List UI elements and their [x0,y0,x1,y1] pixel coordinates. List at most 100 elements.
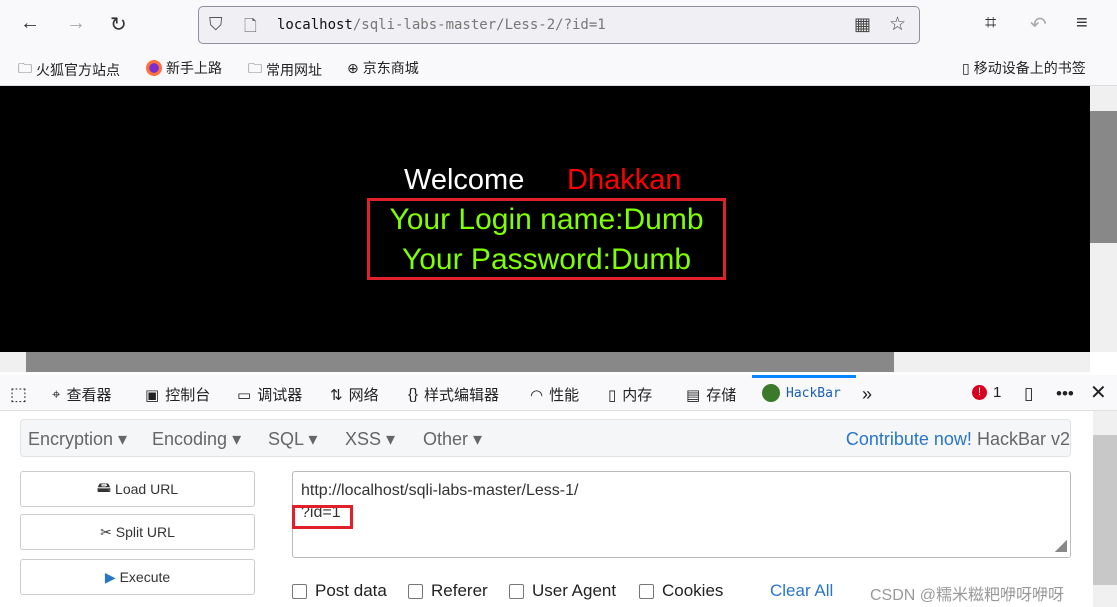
tab-label: 控制台 [165,387,211,404]
folder-icon: 🗀 [18,60,32,76]
split-url-button[interactable]: ✂ Split URL [20,514,255,550]
url-text[interactable]: localhost/sqli-labs-master/Less-2/?id=1 [277,17,606,33]
url-bar[interactable]: ⛉ 🗋 localhost/sqli-labs-master/Less-2/?i… [198,6,920,44]
tab-label: HackBar [786,385,841,401]
tab-label: 网络 [348,387,379,404]
hackbar-scrollbar[interactable] [1093,411,1117,607]
console-icon: ▣ [145,386,160,404]
dock-icon[interactable]: ▯ [1024,384,1033,404]
crop-icon[interactable]: ⌗ [985,12,996,35]
tab-storage[interactable]: ▤ 存储 [686,384,736,405]
contribute-link[interactable]: Contribute now! [846,429,972,449]
tab-inspector[interactable]: ⌖ 查看器 [52,384,111,405]
debugger-icon: ▭ [237,386,252,404]
undo-icon[interactable]: ↶ [1030,12,1047,37]
more-tabs-icon[interactable]: » [862,384,872,405]
browser-toolbar: ← → ↻ ⛉ 🗋 localhost/sqli-labs-master/Les… [0,0,1117,50]
button-label: Execute [119,569,171,585]
star-icon[interactable]: ☆ [889,13,906,36]
page-icon: 🗋 [244,18,257,35]
tab-label: 调试器 [257,387,303,404]
button-label: Split URL [115,524,175,540]
bookmark-item[interactable]: 🗀 常用网址 [248,58,322,82]
bookmarks-bar: 🗀 火狐官方站点 新手上路 🗀 常用网址 ⊕ 京东商城 ▯ 移动设备上的书签 [0,50,1117,86]
menu-other[interactable]: Other ▾ [423,429,482,450]
horizontal-scrollbar[interactable] [0,352,1090,372]
bookmark-item[interactable]: 新手上路 [146,58,222,78]
tab-style-editor[interactable]: {} 样式编辑器 [408,384,499,405]
storage-icon: ▤ [686,386,701,404]
network-icon: ⇅ [330,386,343,404]
bookmark-label: 移动设备上的书签 [973,60,1086,76]
execute-button[interactable]: ▶ Execute [20,559,255,595]
menu-icon[interactable]: ≡ [1076,12,1088,35]
hackbar-panel: Encryption ▾ Encoding ▾ SQL ▾ XSS ▾ Othe… [0,411,1093,607]
url-line: http://localhost/sqli-labs-master/Less-1… [301,482,579,499]
error-count[interactable]: ! 1 [972,384,1001,401]
highlight-box [292,505,353,529]
menu-encryption[interactable]: Encryption ▾ [28,429,127,450]
mobile-icon: ▯ [962,59,970,76]
inspector-icon: ⌖ [52,386,61,403]
vertical-scrollbar[interactable] [1090,86,1117,352]
tab-console[interactable]: ▣ 控制台 [145,384,210,405]
tab-hackbar[interactable]: HackBar [762,384,841,402]
bookmark-item[interactable]: 🗀 火狐官方站点 [18,58,120,82]
highlight-box: Your Login name:Dumb Your Password:Dumb [367,198,726,280]
bookmark-item[interactable]: ⊕ 京东商城 [347,58,419,78]
tab-label: 查看器 [66,387,112,404]
resize-handle-icon[interactable]: ◢ [1055,535,1067,557]
tab-label: 内存 [622,387,653,404]
shield-icon: ⛉ [209,14,223,34]
globe-icon: ⊕ [347,59,359,76]
folder-icon: 🗀 [248,60,262,76]
url-textarea[interactable]: http://localhost/sqli-labs-master/Less-1… [292,471,1071,558]
post-data-checkbox[interactable]: Post data [292,581,387,601]
url-line: ?id=1 [301,504,341,521]
load-url-button[interactable]: 🖴 Load URL [20,471,255,507]
welcome-text: Welcome [404,164,525,196]
hackbar-menu: Encryption ▾ Encoding ▾ SQL ▾ XSS ▾ Othe… [20,419,1071,457]
gauge-icon: ◠ [530,386,544,404]
devtools-tabs: ⬚ ⌖ 查看器 ▣ 控制台 ▭ 调试器 ⇅ 网络 {} 样式编辑器 ◠ 性能 ▯ 内存 ▤ 存储… [0,375,1117,411]
user-name: Dhakkan [567,164,682,196]
password: Your Password:Dumb [401,243,692,276]
back-icon[interactable]: ← [20,12,40,35]
memory-icon: ▯ [608,386,617,404]
menu-encoding[interactable]: Encoding ▾ [152,429,241,450]
tab-label: 性能 [549,387,580,404]
tab-label: 样式编辑器 [424,387,500,404]
bookmark-label: 京东商城 [362,60,419,76]
referer-checkbox[interactable]: Referer [408,581,488,601]
user-agent-checkbox[interactable]: User Agent [509,581,616,601]
page-content: Welcome Dhakkan Your Login name:Dumb You… [0,86,1090,352]
bookmark-label: 常用网址 [266,62,322,78]
error-icon: ! [972,385,987,400]
scissors-icon: ✂ [100,523,112,540]
tab-performance[interactable]: ◠ 性能 [530,384,579,405]
menu-sql[interactable]: SQL ▾ [268,429,317,450]
button-label: Load URL [115,481,179,497]
mobile-bookmarks[interactable]: ▯ 移动设备上的书签 [962,58,1086,78]
tab-network[interactable]: ⇅ 网络 [330,384,379,405]
active-tab-indicator [752,375,856,378]
clear-all-button[interactable]: Clear All [770,581,833,601]
bookmark-label: 火狐官方站点 [36,62,120,78]
qr-code-icon[interactable]: ▦ [854,14,871,35]
pick-element-icon[interactable]: ⬚ [10,384,27,405]
hackbar-version-area: Contribute now! HackBar v2 [846,429,1070,450]
close-icon[interactable]: ✕ [1090,380,1107,405]
menu-xss[interactable]: XSS ▾ [345,429,395,450]
tab-debugger[interactable]: ▭ 调试器 [237,384,302,405]
reload-icon[interactable]: ↻ [110,12,127,37]
login-name: Your Login name:Dumb [389,203,704,236]
watermark: CSDN @糯米糍粑咿呀咿呀 [870,587,1065,604]
forward-icon[interactable]: → [66,12,86,35]
tab-memory[interactable]: ▯ 内存 [608,384,652,405]
cookies-checkbox[interactable]: Cookies [639,581,723,601]
hackbar-icon [762,384,780,402]
play-icon: ▶ [104,568,116,585]
more-options-icon[interactable]: ••• [1056,384,1074,404]
error-count-label: 1 [993,384,1002,401]
braces-icon: {} [408,386,419,403]
